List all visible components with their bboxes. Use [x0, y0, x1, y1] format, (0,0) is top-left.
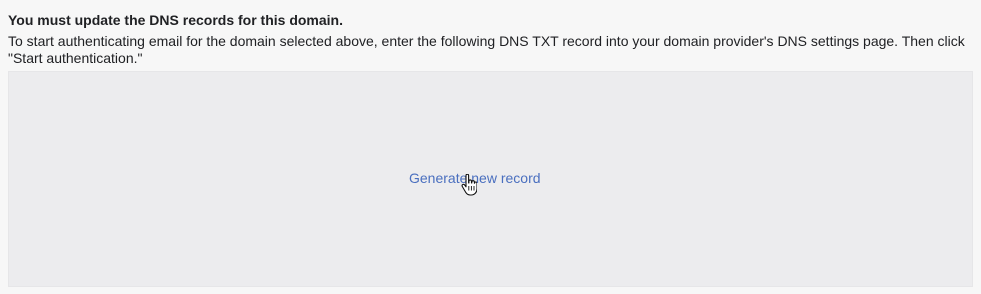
dns-authentication-section: You must update the DNS records for this… — [0, 0, 981, 294]
dns-update-heading: You must update the DNS records for this… — [8, 12, 343, 28]
dns-instructions-text: To start authenticating email for the do… — [8, 33, 965, 66]
hand-pointer-cursor-icon — [461, 174, 477, 196]
dns-record-panel: Generate new record — [8, 71, 973, 287]
